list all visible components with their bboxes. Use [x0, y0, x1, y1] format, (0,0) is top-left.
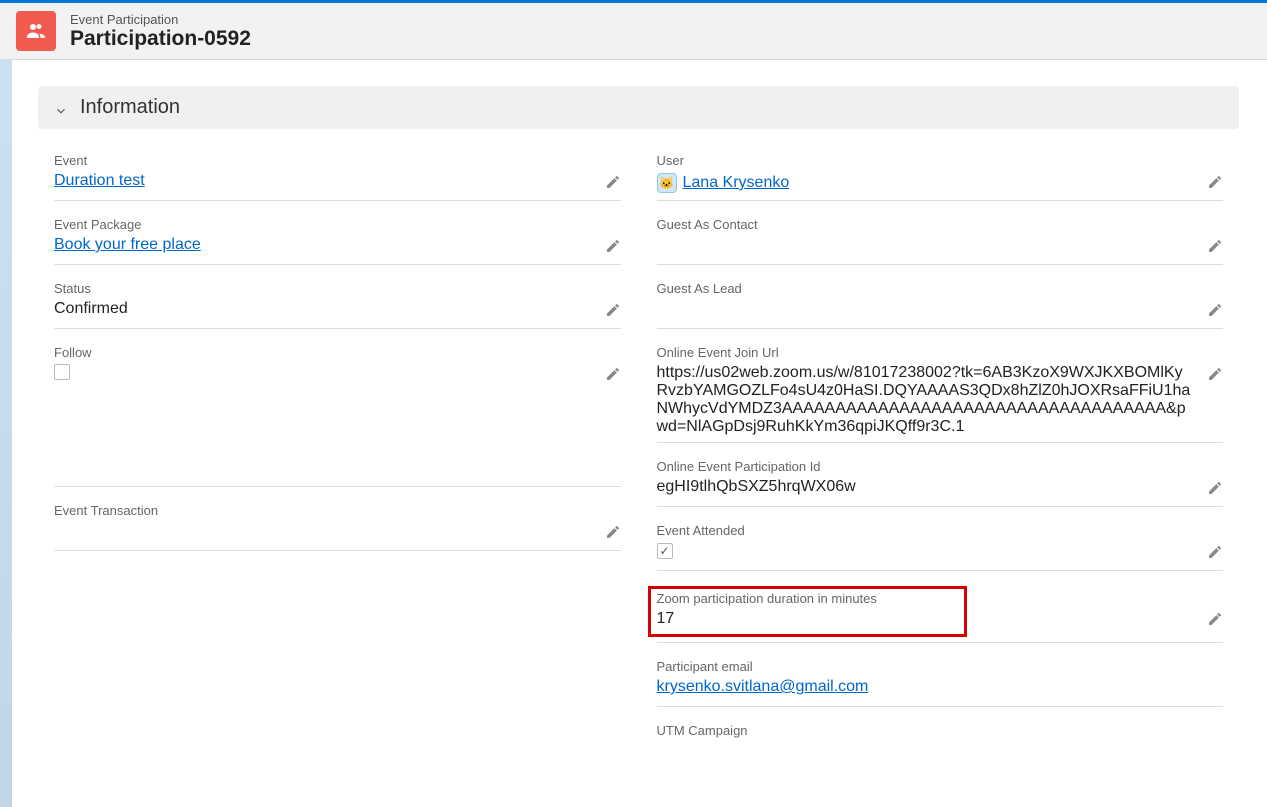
field-event-transaction: Event Transaction: [54, 497, 621, 551]
field-label: Zoom participation duration in minutes: [657, 591, 958, 606]
field-label: User: [657, 153, 1224, 168]
field-follow: Follow: [54, 339, 621, 487]
attended-checkbox[interactable]: [657, 543, 673, 559]
edit-icon[interactable]: [605, 174, 621, 190]
guest-lead-value: [657, 300, 1194, 322]
main-panel: Information Event Duration test Event Pa…: [28, 76, 1249, 788]
left-column: Event Duration test Event Package Book y…: [54, 147, 621, 561]
edit-icon[interactable]: [1207, 544, 1223, 560]
field-user: User 🐱 Lana Krysenko: [657, 147, 1224, 201]
participant-email-link[interactable]: krysenko.svitlana@gmail.com: [657, 678, 1224, 700]
field-label: Event Package: [54, 217, 621, 232]
status-value: Confirmed: [54, 300, 591, 322]
page-header: Event Participation Participation-0592: [0, 3, 1267, 60]
section-information-header[interactable]: Information: [38, 86, 1239, 129]
left-side-decoration: [0, 0, 12, 807]
edit-icon[interactable]: [1207, 611, 1223, 627]
participation-id-value: egHI9tlhQbSXZ5hrqWX06w: [657, 478, 1194, 500]
chevron-down-icon: [54, 101, 68, 115]
field-label: Follow: [54, 345, 621, 360]
field-label: Online Event Participation Id: [657, 459, 1224, 474]
section-title: Information: [80, 96, 180, 119]
avatar: 🐱: [657, 173, 677, 193]
field-label: Online Event Join Url: [657, 345, 1224, 360]
edit-icon[interactable]: [605, 524, 621, 540]
edit-icon[interactable]: [1207, 302, 1223, 318]
right-column: User 🐱 Lana Krysenko Guest As Contact: [657, 147, 1224, 758]
people-icon: [24, 19, 48, 43]
event-package-link[interactable]: Book your free place: [54, 236, 591, 258]
field-label: Guest As Contact: [657, 217, 1224, 232]
user-link[interactable]: Lana Krysenko: [683, 174, 790, 192]
event-link[interactable]: Duration test: [54, 172, 591, 194]
field-label: Event Attended: [657, 523, 1224, 538]
field-event-package: Event Package Book your free place: [54, 211, 621, 265]
duration-value: 17: [657, 610, 958, 632]
field-participation-id: Online Event Participation Id egHI9tlhQb…: [657, 453, 1224, 507]
field-guest-lead: Guest As Lead: [657, 275, 1224, 329]
guest-contact-value: [657, 236, 1194, 258]
page-title: Participation-0592: [70, 27, 251, 51]
highlight-annotation: Zoom participation duration in minutes 1…: [649, 587, 966, 636]
field-label: Event Transaction: [54, 503, 621, 518]
field-guest-contact: Guest As Contact: [657, 211, 1224, 265]
edit-icon[interactable]: [605, 366, 621, 382]
field-event-attended: Event Attended: [657, 517, 1224, 571]
entity-icon: [16, 11, 56, 51]
field-utm-campaign: UTM Campaign: [657, 717, 1224, 748]
field-participant-email: Participant email krysenko.svitlana@gmai…: [657, 653, 1224, 707]
field-status: Status Confirmed: [54, 275, 621, 329]
field-label: UTM Campaign: [657, 723, 1224, 738]
field-label: Event: [54, 153, 621, 168]
field-event: Event Duration test: [54, 147, 621, 201]
edit-icon[interactable]: [605, 238, 621, 254]
edit-icon[interactable]: [1207, 480, 1223, 496]
edit-icon[interactable]: [1207, 366, 1223, 382]
event-transaction-value: [54, 522, 591, 544]
field-label: Guest As Lead: [657, 281, 1224, 296]
field-zoom-duration: Zoom participation duration in minutes 1…: [657, 581, 1224, 643]
field-label: Participant email: [657, 659, 1224, 674]
join-url-value: https://us02web.zoom.us/w/81017238002?tk…: [657, 364, 1194, 436]
breadcrumb: Event Participation: [70, 12, 251, 27]
follow-checkbox[interactable]: [54, 364, 70, 380]
field-join-url: Online Event Join Url https://us02web.zo…: [657, 339, 1224, 443]
field-label: Status: [54, 281, 621, 296]
edit-icon[interactable]: [1207, 174, 1223, 190]
edit-icon[interactable]: [605, 302, 621, 318]
edit-icon[interactable]: [1207, 238, 1223, 254]
